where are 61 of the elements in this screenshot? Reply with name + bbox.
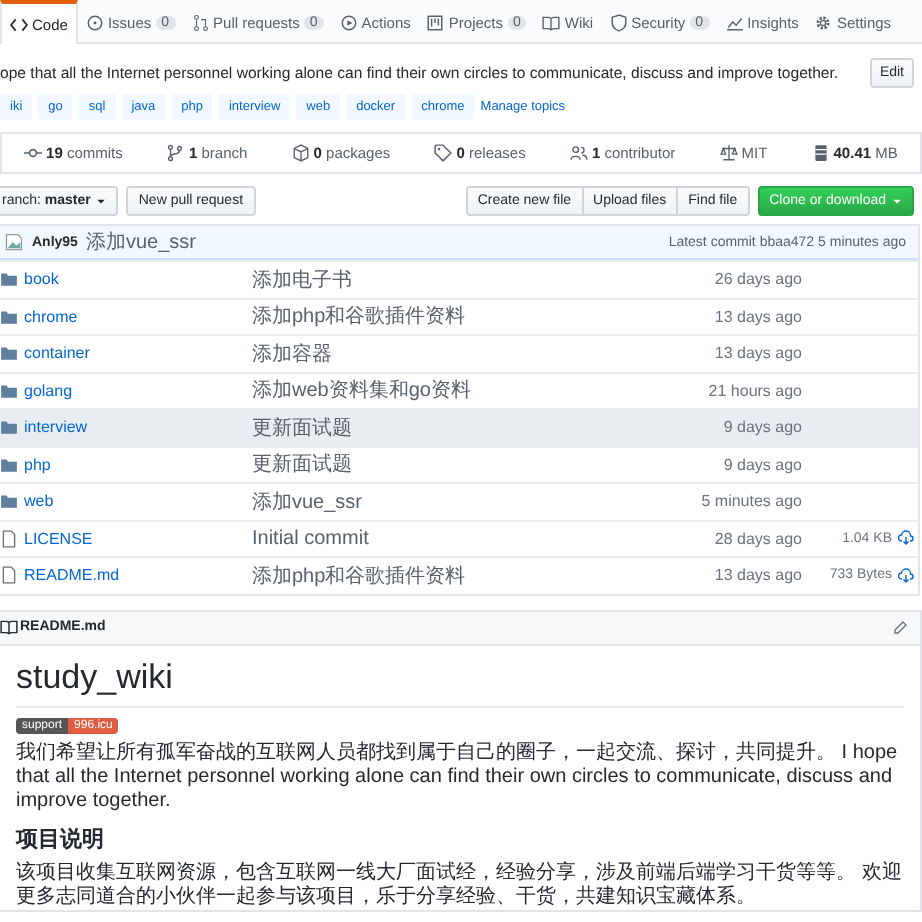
file-name-link[interactable]: chrome: [24, 307, 78, 326]
commit-message-link[interactable]: 添加php和谷歌插件资料: [252, 561, 662, 590]
branch-icon: [166, 144, 185, 162]
file-age: 21 hours ago: [706, 381, 802, 400]
commit-message-link[interactable]: Initial commit: [252, 527, 662, 550]
commit-message-link[interactable]: 添加容器: [252, 339, 662, 368]
file-name-link[interactable]: LICENSE: [24, 529, 93, 548]
book-icon: [542, 14, 561, 32]
caret-icon: [96, 196, 107, 206]
file-age: 9 days ago: [721, 418, 802, 437]
file-age: 13 days ago: [712, 344, 802, 363]
commit-message-link[interactable]: 更新面试题: [252, 413, 662, 442]
commit-icon: [24, 144, 43, 162]
file-name-link[interactable]: interview: [24, 418, 88, 437]
pull-request-icon: [191, 14, 210, 32]
commit-message-link[interactable]: 添加vue_ssr: [252, 487, 662, 516]
commit-message-link[interactable]: 添加php和谷歌插件资料: [252, 302, 662, 331]
file-name-link[interactable]: container: [24, 344, 90, 363]
file-row[interactable]: book 添加电子书 26 days ago: [0, 260, 918, 297]
shield-icon: [609, 14, 628, 32]
commit-message-link[interactable]: 更新面试题: [252, 450, 662, 479]
people-icon: [569, 144, 588, 162]
gear-icon: [814, 14, 833, 32]
play-icon: [339, 14, 358, 32]
file-row[interactable]: chrome 添加php和谷歌插件资料 13 days ago: [0, 297, 918, 334]
file-row[interactable]: php 更新面试题 9 days ago: [0, 445, 918, 482]
file-age: 28 days ago: [712, 529, 802, 548]
commit-message-link[interactable]: 添加电子书: [252, 265, 662, 294]
project-board-icon: [426, 14, 445, 32]
readme-paragraph: 该项目收集互联网资源，包含互联网一线大厂面试经，经验分享，涉及前端后端学习干货等等。 欢迎更多志同道合的小伙伴一起参与该项目，乐于分享经验、干货，共建知识宝藏体系。: [16, 861, 904, 910]
cloud-download-icon: [898, 567, 914, 584]
file-name-link[interactable]: php: [24, 455, 51, 474]
book-icon: [0, 618, 18, 636]
broken-image-icon: [4, 232, 24, 252]
file-name-link[interactable]: web: [24, 492, 54, 511]
file-row[interactable]: web 添加vue_ssr 5 minutes ago: [0, 482, 918, 519]
code-icon: [10, 15, 28, 33]
graph-icon: [725, 14, 744, 32]
file-row[interactable]: interview 更新面试题 9 days ago: [0, 408, 918, 445]
file-age: 26 days ago: [712, 270, 802, 289]
issue-icon: [85, 14, 104, 32]
file-age: 5 minutes ago: [699, 492, 802, 511]
commit-message-link[interactable]: 添加web资料集和go资料: [252, 376, 662, 405]
database-icon: [811, 144, 830, 162]
file-name-link[interactable]: golang: [24, 381, 73, 400]
section-heading: 项目说明: [16, 825, 106, 854]
pencil-icon: [892, 619, 908, 635]
cloud-download-icon: [898, 530, 914, 547]
package-icon: [291, 144, 310, 162]
commit-message: 添加vue_ssr: [85, 229, 196, 256]
readme-title: study_wiki: [16, 657, 904, 708]
file-age: 13 days ago: [712, 307, 802, 326]
tag-icon: [434, 144, 453, 162]
readme-paragraph: 我们希望让所有孤军奋战的互联网人员都找到属于自己的圈子，一起交流、探讨，共同提升。 I hope that all the Internet personnel working alone can find their own circles to communicate, discuss and improve together.: [16, 741, 900, 814]
scale-icon: [719, 144, 738, 162]
file-age: 13 days ago: [712, 566, 802, 585]
file-name-link[interactable]: README.md: [24, 566, 120, 585]
file-name-link[interactable]: book: [24, 270, 59, 289]
file-row[interactable]: container 添加容器 13 days ago: [0, 334, 918, 371]
caret-icon: [892, 196, 902, 206]
file-age: 9 days ago: [721, 455, 802, 474]
